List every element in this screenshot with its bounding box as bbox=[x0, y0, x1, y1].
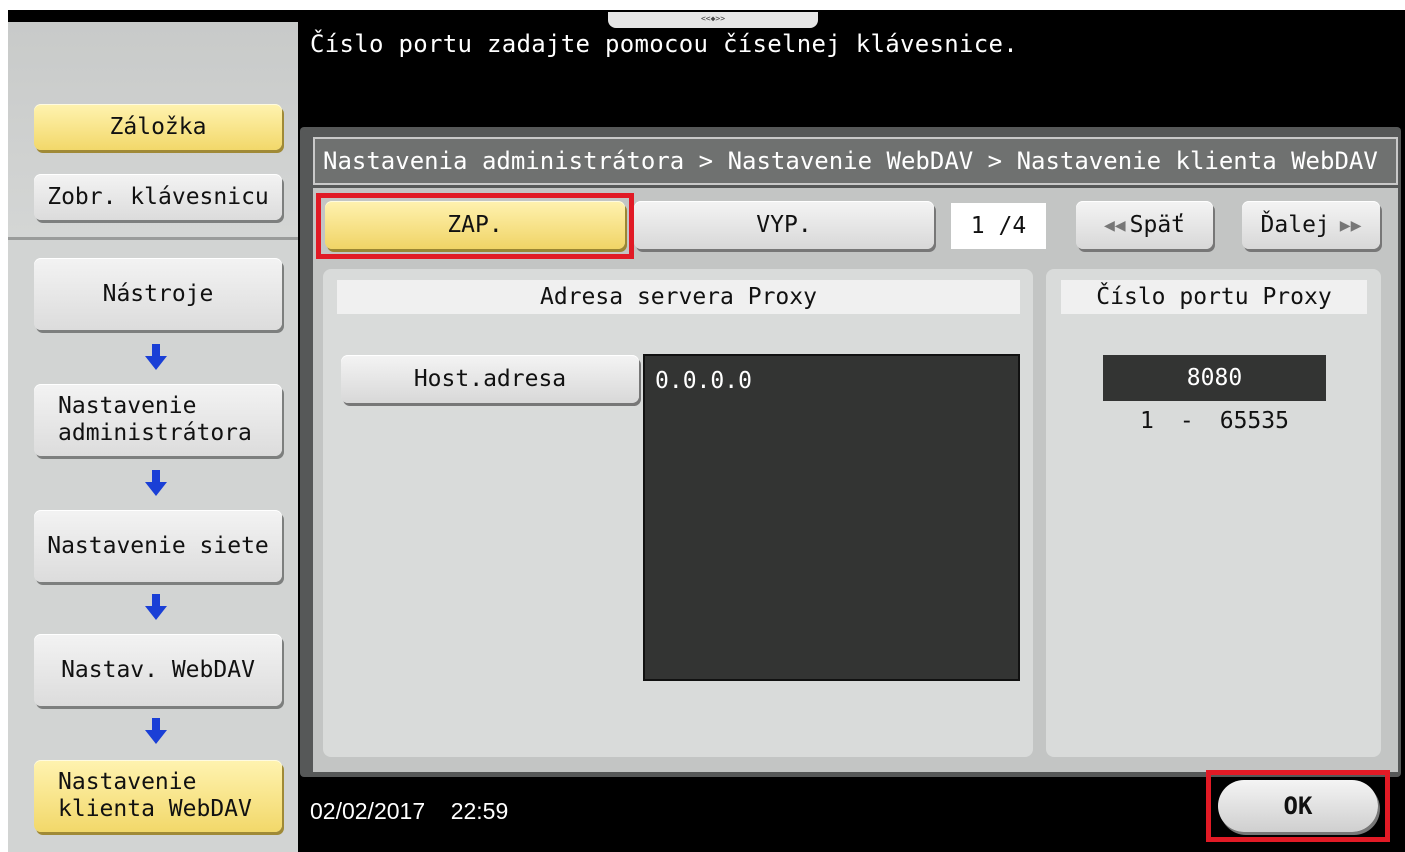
next-button[interactable]: Ďalej ▶▶ bbox=[1242, 201, 1380, 249]
proxy-port-panel bbox=[1046, 269, 1381, 757]
footer-date: 02/02/2017 bbox=[310, 798, 426, 824]
proxy-port-field[interactable]: 8080 bbox=[1103, 355, 1326, 401]
proxy-address-header: Adresa servera Proxy bbox=[337, 280, 1020, 314]
host-address-button[interactable]: Host.adresa bbox=[341, 355, 639, 403]
sidebar-item-tools[interactable]: Nástroje bbox=[34, 258, 282, 330]
arrow-down-icon bbox=[145, 718, 167, 744]
page-indicator: 1 /4 bbox=[951, 203, 1046, 249]
arrow-down-icon bbox=[145, 594, 167, 620]
toggle-off-button[interactable]: VYP. bbox=[634, 201, 934, 249]
proxy-port-header: Číslo portu Proxy bbox=[1061, 280, 1367, 314]
next-button-label: Ďalej bbox=[1260, 212, 1330, 238]
port-range-max: 65535 bbox=[1219, 408, 1289, 434]
selection-highlight bbox=[316, 193, 634, 259]
sidebar-item-webdav-client-settings[interactable]: Nastavenie klienta WebDAV bbox=[34, 760, 282, 832]
ok-button[interactable]: OK bbox=[1218, 780, 1378, 832]
sidebar: Záložka Zobr. klávesnicu Nástroje Nastav… bbox=[8, 22, 298, 852]
port-range: 1 - 65535 bbox=[1103, 408, 1326, 434]
proxy-address-field[interactable]: 0.0.0.0 bbox=[643, 354, 1020, 681]
bookmark-button[interactable]: Záložka bbox=[34, 104, 282, 150]
top-handle[interactable]: <<◆>> bbox=[608, 12, 818, 28]
instruction-message: Číslo portu zadajte pomocou číselnej klá… bbox=[310, 30, 1018, 58]
back-button[interactable]: ◀◀ Späť bbox=[1076, 201, 1213, 249]
arrow-down-icon bbox=[145, 470, 167, 496]
datetime: 02/02/2017 22:59 bbox=[310, 798, 508, 825]
footer-time: 22:59 bbox=[450, 798, 509, 824]
arrow-down-icon bbox=[145, 344, 167, 370]
double-chevron-left-icon: ◀◀ bbox=[1103, 214, 1126, 236]
port-range-min: 1 bbox=[1140, 408, 1154, 434]
sidebar-item-network-settings[interactable]: Nastavenie siete bbox=[34, 510, 282, 582]
sidebar-item-webdav-settings[interactable]: Nastav. WebDAV bbox=[34, 634, 282, 706]
back-button-label: Späť bbox=[1129, 212, 1186, 238]
show-keyboard-button[interactable]: Zobr. klávesnicu bbox=[34, 174, 282, 220]
sidebar-item-admin-settings[interactable]: Nastavenie administrátora bbox=[34, 384, 282, 456]
port-range-separator: - bbox=[1179, 408, 1194, 434]
breadcrumb: Nastavenia administrátora > Nastavenie W… bbox=[313, 137, 1398, 185]
double-chevron-right-icon: ▶▶ bbox=[1339, 214, 1362, 236]
